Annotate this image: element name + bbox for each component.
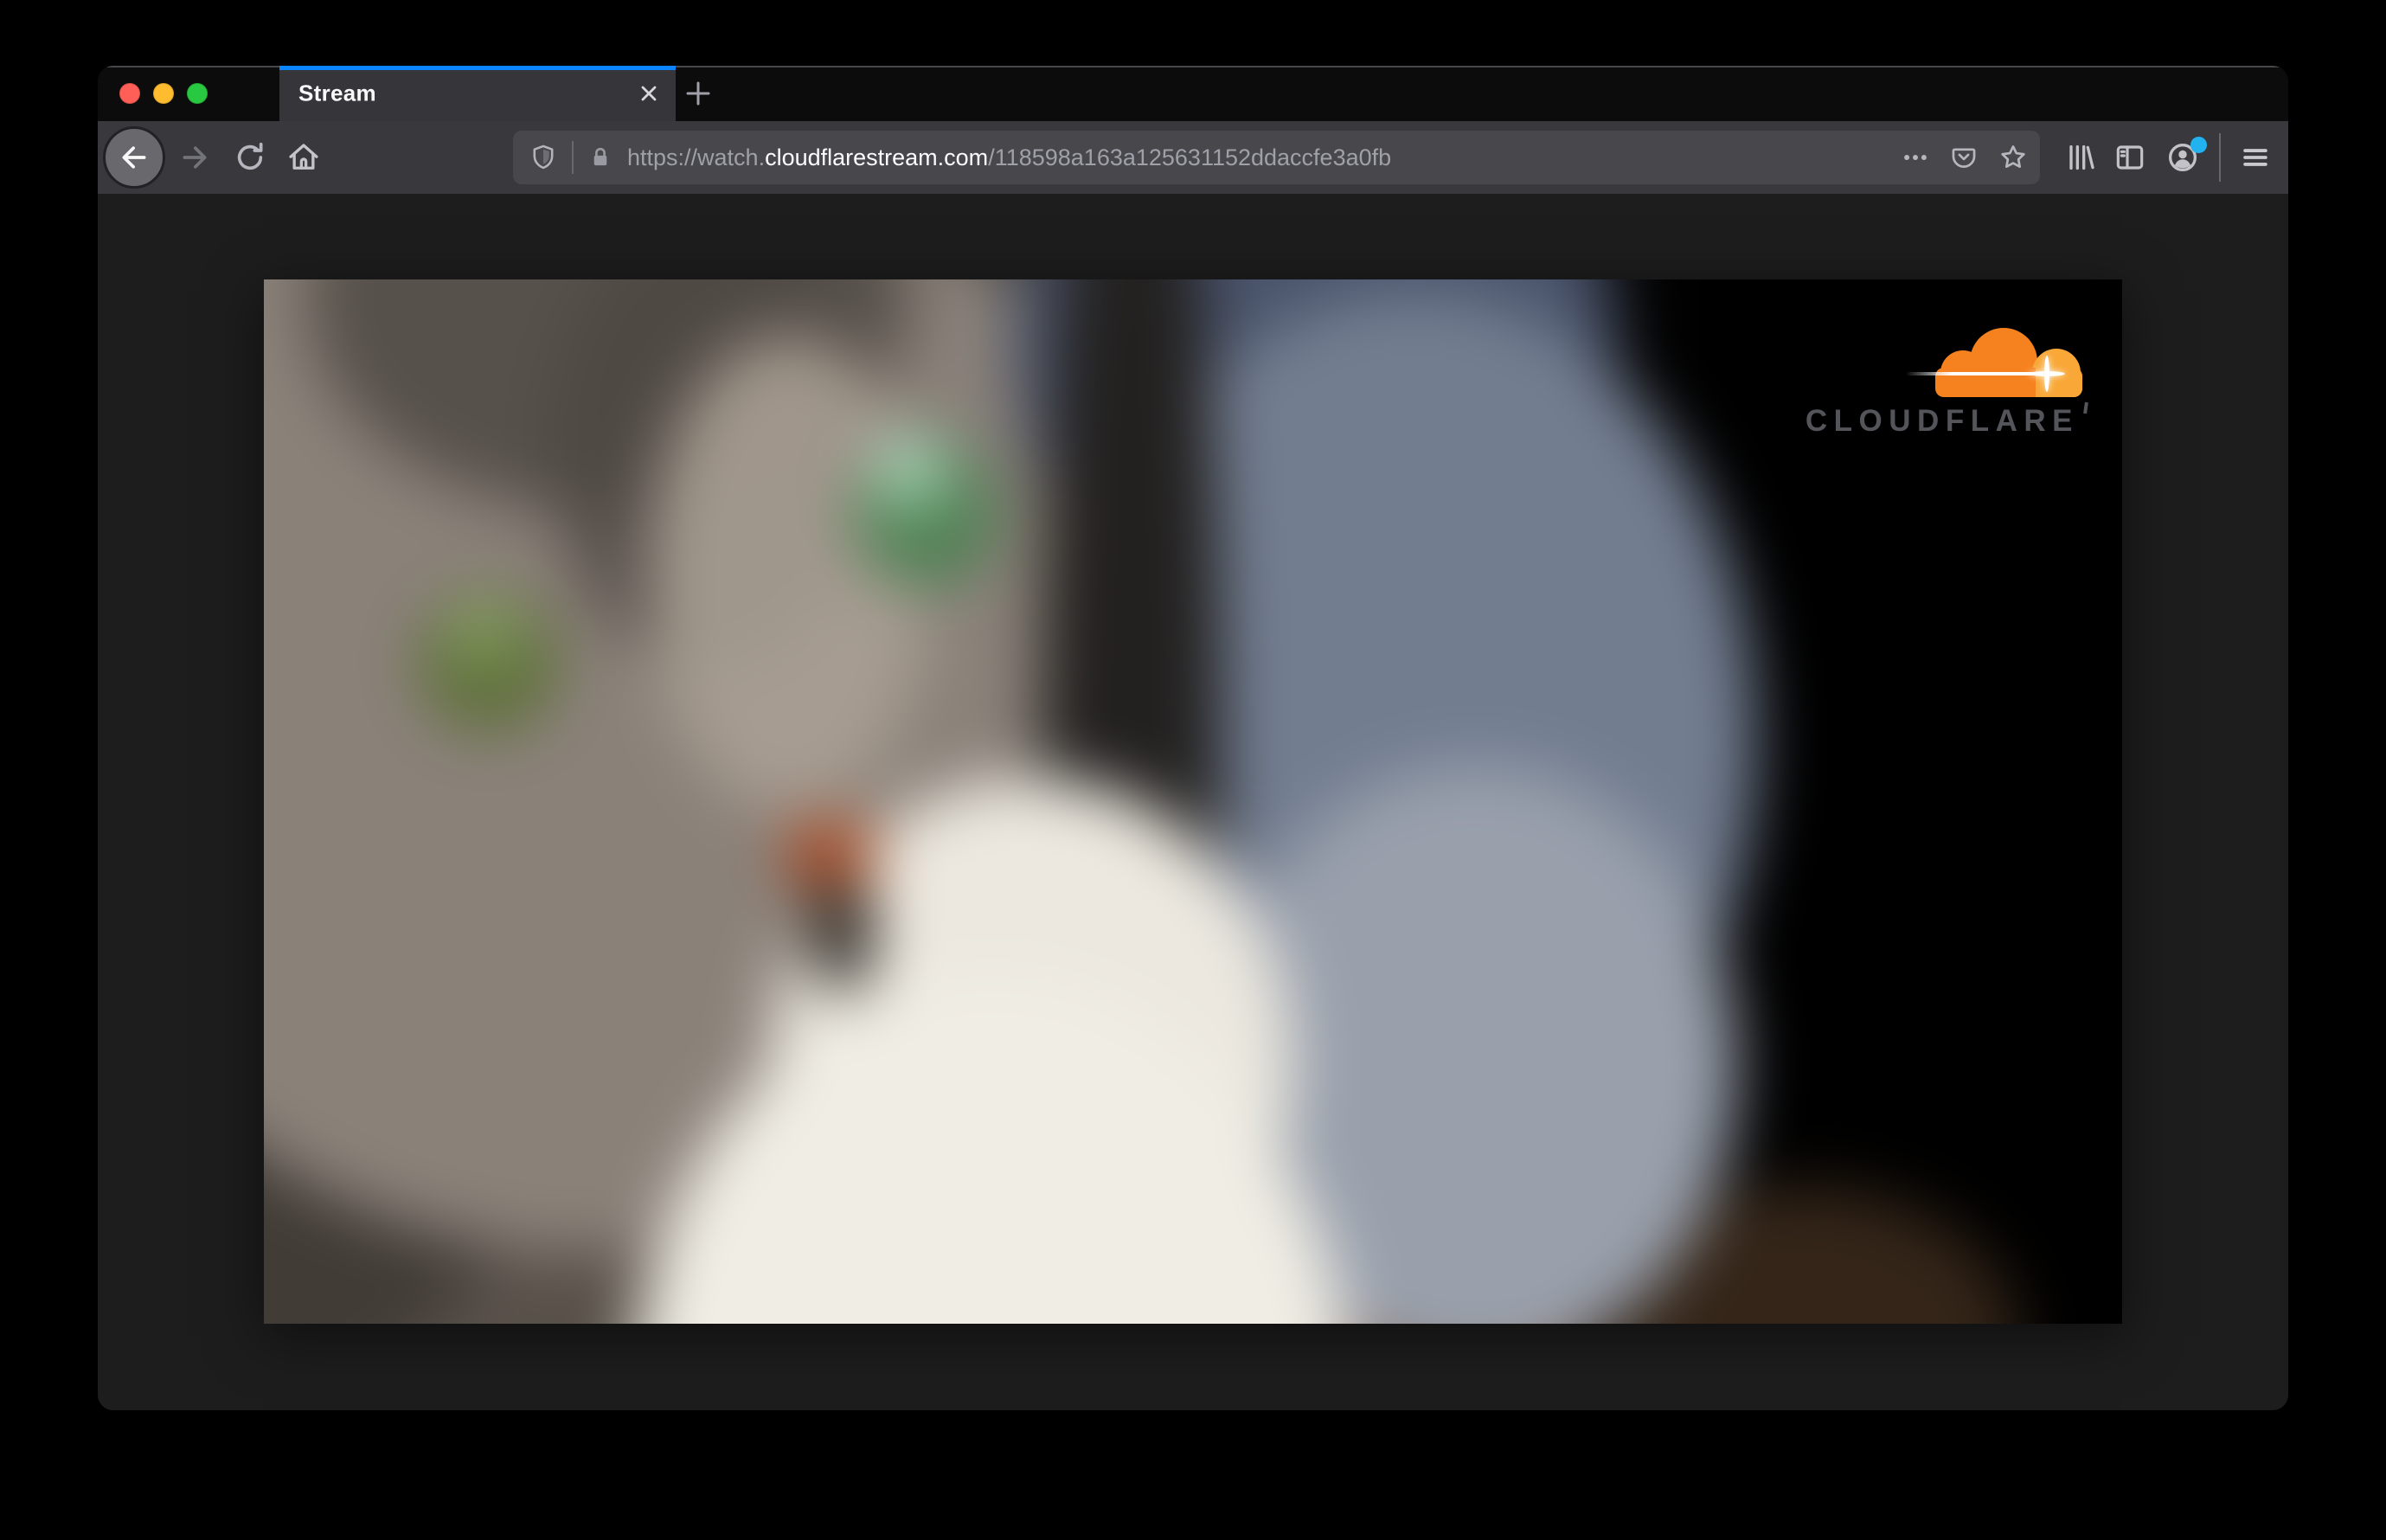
home-button[interactable] <box>281 135 326 180</box>
bookmark-button[interactable] <box>1998 142 2029 173</box>
navigation-toolbar: https://watch.cloudflarestream.com/11859… <box>98 121 2288 194</box>
active-tab-indicator <box>279 66 676 70</box>
url-domain: cloudflarestream.com <box>765 144 989 170</box>
shield-icon <box>529 143 558 172</box>
lock-icon <box>587 144 613 170</box>
back-button[interactable] <box>103 126 165 189</box>
window-close-button[interactable] <box>119 83 140 104</box>
url-text[interactable]: https://watch.cloudflarestream.com/11859… <box>627 144 1391 171</box>
new-tab-button[interactable] <box>673 66 723 121</box>
arrow-right-icon <box>177 140 212 175</box>
toolbar-separator <box>2219 133 2221 182</box>
tab-bar: Stream <box>98 66 2288 121</box>
pocket-icon <box>1949 143 1979 172</box>
plus-icon <box>683 78 714 109</box>
sidebar-icon <box>2113 140 2147 175</box>
site-security-button[interactable] <box>587 144 613 170</box>
url-path: /118598a163a125631152ddaccfe3a0fb <box>988 144 1392 170</box>
page-actions-button[interactable] <box>1901 143 1930 172</box>
window-controls <box>119 83 208 104</box>
url-bar[interactable]: https://watch.cloudflarestream.com/11859… <box>513 131 2040 184</box>
account-button[interactable] <box>2158 132 2207 183</box>
window-zoom-button[interactable] <box>187 83 208 104</box>
arrow-left-icon <box>117 140 151 175</box>
cloudflare-watermark: CLOUDFLARE <box>1793 328 2088 438</box>
lens-flare-star-icon <box>2029 356 2065 392</box>
page-content: CLOUDFLARE <box>98 194 2288 1410</box>
browser-window: Stream https://watch.cloudflarestream.co… <box>98 66 2288 1410</box>
library-icon <box>2062 140 2097 175</box>
tab-stream[interactable]: Stream <box>279 66 676 121</box>
urlbar-actions <box>1901 142 2029 173</box>
window-minimize-button[interactable] <box>153 83 174 104</box>
cloudflare-wordmark: CLOUDFLARE <box>1805 404 2079 438</box>
star-icon <box>1998 142 2029 173</box>
refresh-icon <box>233 140 267 175</box>
cloudflare-cloud-logo <box>1906 328 2082 397</box>
tab-title: Stream <box>298 80 376 106</box>
tab-close-button[interactable] <box>634 79 664 108</box>
tracking-protection-button[interactable] <box>529 143 558 172</box>
forward-button[interactable] <box>172 135 217 180</box>
library-button[interactable] <box>2057 132 2102 183</box>
menu-button[interactable] <box>2233 132 2278 183</box>
urlbar-separator <box>572 141 574 174</box>
account-notification-dot <box>2190 137 2207 153</box>
home-icon <box>285 139 322 176</box>
sidebar-button[interactable] <box>2107 132 2152 183</box>
hamburger-icon <box>2239 141 2272 174</box>
url-scheme: https://watch. <box>627 144 766 170</box>
save-to-pocket-button[interactable] <box>1949 143 1979 172</box>
video-player[interactable]: CLOUDFLARE <box>264 279 2122 1324</box>
reload-button[interactable] <box>228 135 273 180</box>
close-icon <box>637 81 661 106</box>
ellipsis-icon <box>1901 143 1930 172</box>
